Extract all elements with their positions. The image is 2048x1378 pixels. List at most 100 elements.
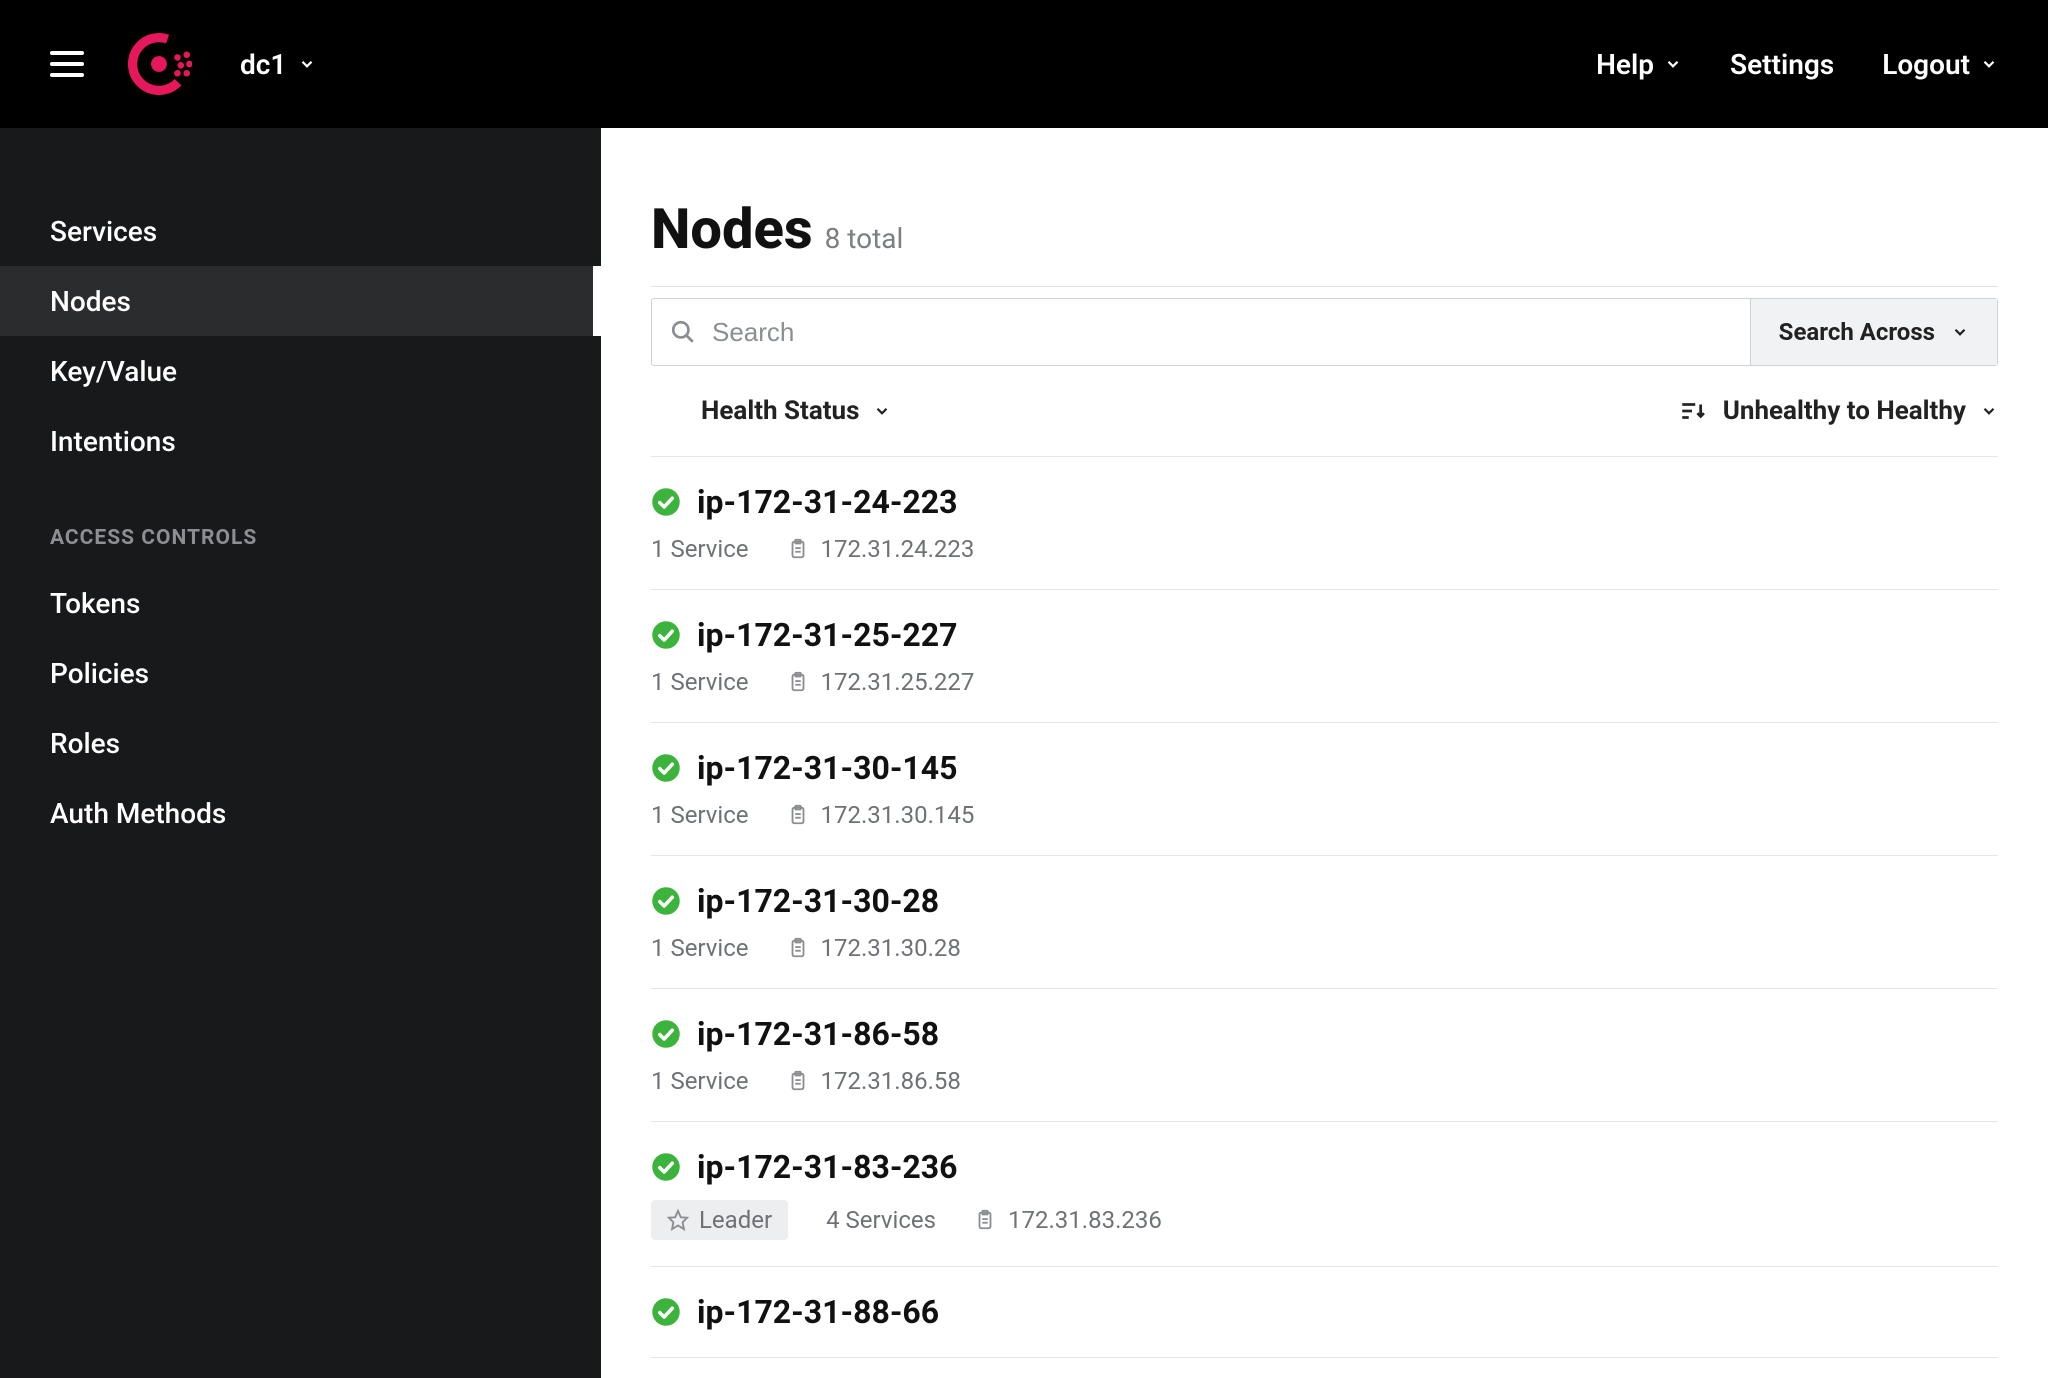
logout-menu[interactable]: Logout <box>1882 48 1998 81</box>
node-item[interactable]: ip-172-31-24-223 1 Service 172.31.24.223 <box>651 456 1998 590</box>
node-meta-row: 1 Service 172.31.86.58 <box>651 1067 1998 1095</box>
top-nav-left: dc1 <box>50 29 316 99</box>
health-passing-icon <box>651 1297 681 1327</box>
node-meta-row: 1 Service 172.31.25.227 <box>651 668 1998 696</box>
node-name: ip-172-31-86-58 <box>697 1015 939 1053</box>
node-item[interactable]: ip-172-31-25-227 1 Service 172.31.25.227 <box>651 590 1998 723</box>
help-label: Help <box>1596 48 1654 81</box>
sidebar-section-access-controls: ACCESS CONTROLS <box>0 476 601 568</box>
health-passing-icon <box>651 1019 681 1049</box>
node-service-count: 1 Service <box>651 535 749 563</box>
node-ip: 172.31.24.223 <box>787 535 975 563</box>
node-item[interactable]: ip-172-31-83-236 Leader 4 Services 172.31.8… <box>651 1122 1998 1267</box>
node-title-row: ip-172-31-25-227 <box>651 616 1998 654</box>
leader-badge: Leader <box>651 1200 788 1240</box>
node-list: ip-172-31-24-2231 Service172.31.24.223ip… <box>651 456 1998 1358</box>
sidebar-item-label: Intentions <box>50 425 176 458</box>
search-across-dropdown[interactable]: Search Across <box>1750 299 1997 365</box>
sidebar-item-intentions[interactable]: Intentions <box>0 406 601 476</box>
node-service-count: 1 Service <box>651 668 749 696</box>
sort-dropdown[interactable]: Unhealthy to Healthy <box>1723 396 1998 426</box>
sidebar-item-services[interactable]: Services <box>0 196 601 266</box>
node-item[interactable]: ip-172-31-88-66 <box>651 1267 1998 1358</box>
node-name: ip-172-31-24-223 <box>697 483 958 521</box>
node-ip-value: 172.31.86.58 <box>821 1067 961 1095</box>
node-meta-row: 1 Service 172.31.24.223 <box>651 535 1998 563</box>
node-item[interactable]: ip-172-31-30-28 1 Service 172.31.30.28 <box>651 856 1998 989</box>
settings-link[interactable]: Settings <box>1730 48 1834 81</box>
sidebar: Services Nodes Key/Value Intentions ACCESS … <box>0 128 601 1378</box>
node-name: ip-172-31-88-66 <box>697 1293 939 1331</box>
node-service-count: 1 Service <box>651 801 749 829</box>
search-icon <box>670 319 696 345</box>
search-input[interactable] <box>712 317 1732 348</box>
health-status-label: Health Status <box>701 396 859 426</box>
sidebar-item-policies[interactable]: Policies <box>0 638 601 708</box>
clipboard-icon <box>787 671 809 693</box>
datacenter-picker[interactable]: dc1 <box>240 48 316 81</box>
settings-label: Settings <box>1730 48 1834 81</box>
node-ip-value: 172.31.30.28 <box>821 934 961 962</box>
sidebar-item-nodes[interactable]: Nodes <box>0 266 601 336</box>
sort-label: Unhealthy to Healthy <box>1723 396 1966 426</box>
sidebar-item-key-value[interactable]: Key/Value <box>0 336 601 406</box>
node-ip: 172.31.30.145 <box>787 801 975 829</box>
node-ip: 172.31.83.236 <box>974 1206 1162 1234</box>
main-content: Nodes 8 total Search Across Health Statu… <box>601 128 2048 1378</box>
datacenter-label: dc1 <box>240 48 286 81</box>
node-meta-row: 1 Service 172.31.30.145 <box>651 801 1998 829</box>
node-item[interactable]: ip-172-31-30-145 1 Service 172.31.30.145 <box>651 723 1998 856</box>
sidebar-item-roles[interactable]: Roles <box>0 708 601 778</box>
search-bar: Search Across <box>651 298 1998 366</box>
page-title: Nodes <box>651 196 813 262</box>
chevron-down-icon <box>298 55 316 73</box>
node-service-count: 1 Service <box>651 1067 749 1095</box>
node-ip: 172.31.25.227 <box>787 668 975 696</box>
node-title-row: ip-172-31-30-145 <box>651 749 1998 787</box>
node-ip-value: 172.31.24.223 <box>821 535 975 563</box>
node-item[interactable]: ip-172-31-86-58 1 Service 172.31.86.58 <box>651 989 1998 1122</box>
sidebar-item-label: Key/Value <box>50 355 177 388</box>
sidebar-item-label: Auth Methods <box>50 797 226 830</box>
consul-logo-icon <box>124 29 194 99</box>
node-ip: 172.31.86.58 <box>787 1067 961 1095</box>
health-passing-icon <box>651 753 681 783</box>
divider <box>651 286 1998 287</box>
node-name: ip-172-31-25-227 <box>697 616 958 654</box>
page-header: Nodes 8 total <box>651 196 1998 286</box>
sidebar-item-label: Services <box>50 215 157 248</box>
node-title-row: ip-172-31-83-236 <box>651 1148 1998 1186</box>
chevron-down-icon <box>1980 55 1998 73</box>
node-title-row: ip-172-31-86-58 <box>651 1015 1998 1053</box>
help-menu[interactable]: Help <box>1596 48 1682 81</box>
chevron-down-icon <box>1980 402 1998 420</box>
search-input-wrap <box>652 299 1750 365</box>
node-ip: 172.31.30.28 <box>787 934 961 962</box>
search-across-label: Search Across <box>1779 318 1935 346</box>
node-title-row: ip-172-31-24-223 <box>651 483 1998 521</box>
clipboard-icon <box>787 937 809 959</box>
health-status-filter[interactable]: Health Status <box>701 396 891 426</box>
hamburger-menu-icon[interactable] <box>50 46 86 82</box>
leader-label: Leader <box>699 1206 772 1234</box>
chevron-down-icon <box>1664 55 1682 73</box>
node-service-count: 1 Service <box>651 934 749 962</box>
node-name: ip-172-31-83-236 <box>697 1148 958 1186</box>
sidebar-item-auth-methods[interactable]: Auth Methods <box>0 778 601 848</box>
node-ip-value: 172.31.83.236 <box>1008 1206 1162 1234</box>
node-service-count: 4 Services <box>826 1206 936 1234</box>
clipboard-icon <box>974 1209 996 1231</box>
health-passing-icon <box>651 886 681 916</box>
sidebar-item-label: Roles <box>50 727 120 760</box>
node-name: ip-172-31-30-28 <box>697 882 939 920</box>
node-title-row: ip-172-31-30-28 <box>651 882 1998 920</box>
top-nav-right: Help Settings Logout <box>1596 48 1998 81</box>
sidebar-item-tokens[interactable]: Tokens <box>0 568 601 638</box>
logout-label: Logout <box>1882 48 1970 81</box>
star-icon <box>667 1209 689 1231</box>
filter-row: Health Status Unhealthy to Healthy <box>651 366 1998 456</box>
sidebar-item-label: Tokens <box>50 587 140 620</box>
sort-icon <box>1679 398 1705 424</box>
page-subtitle: 8 total <box>825 222 904 255</box>
node-meta-row: Leader 4 Services 172.31.83.236 <box>651 1200 1998 1240</box>
